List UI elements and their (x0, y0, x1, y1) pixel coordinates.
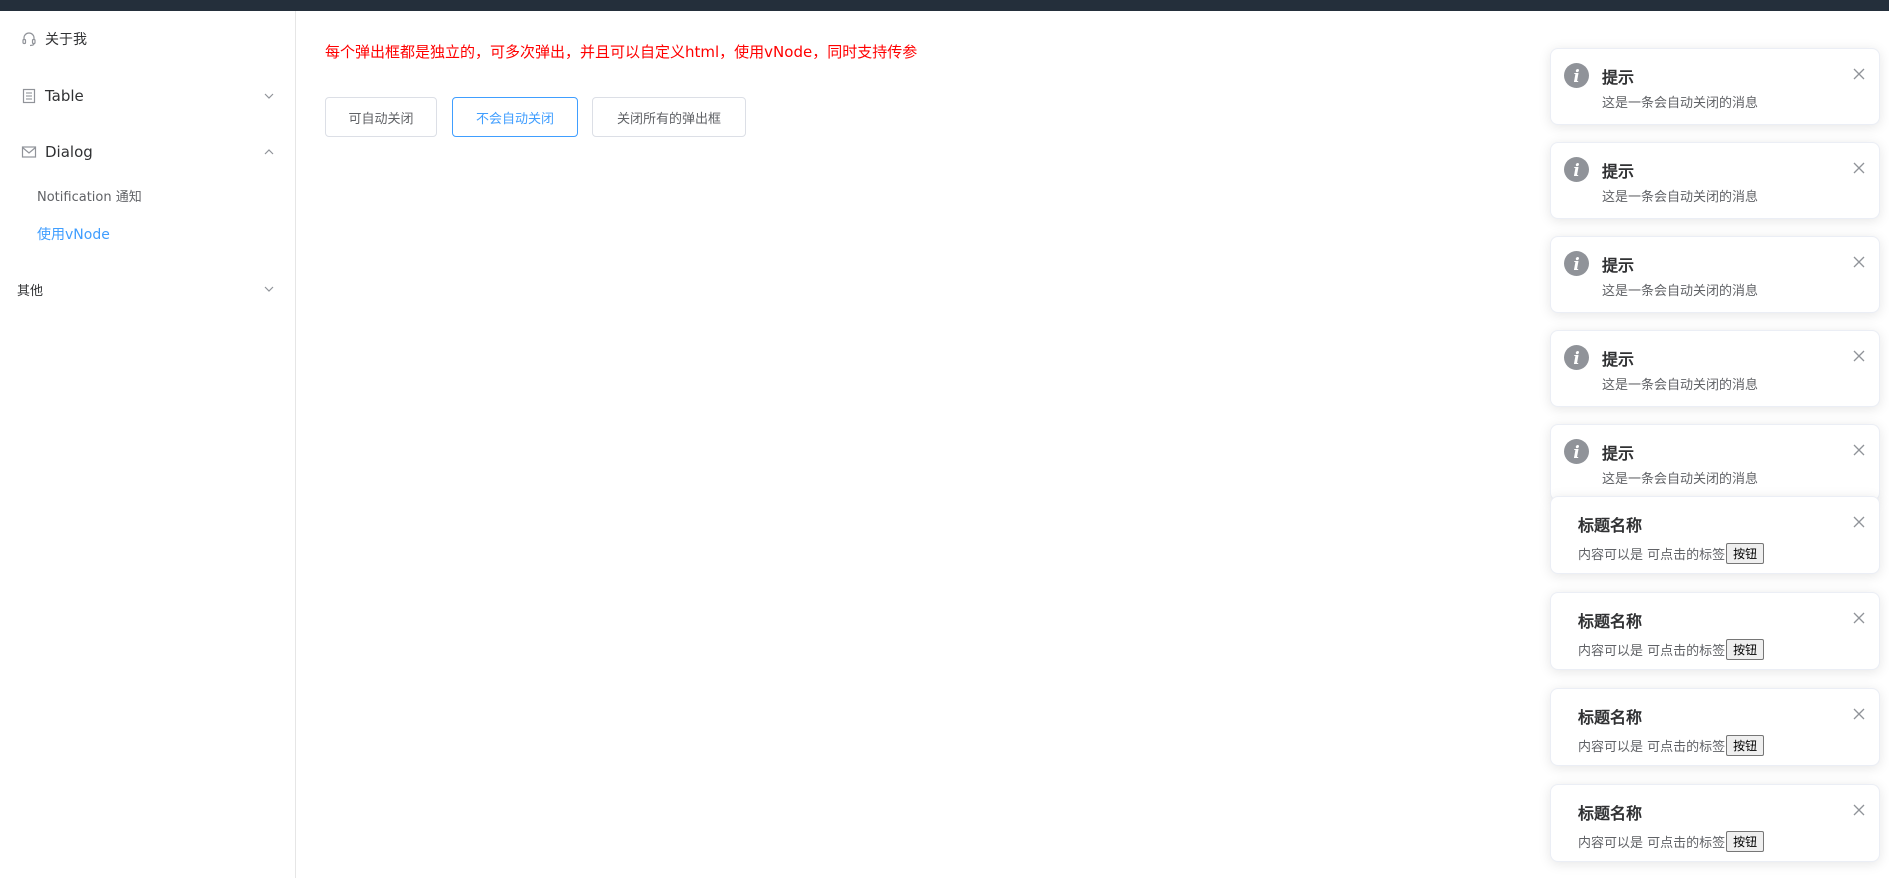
notification-action-button[interactable]: 按钮 (1726, 831, 1765, 852)
chevron-down-icon (263, 283, 275, 295)
notification-message-text: 内容可以是 可点击的标签 (1578, 548, 1726, 563)
headset-icon (21, 31, 37, 47)
notification-message-text: 内容可以是 可点击的标签 (1578, 644, 1726, 659)
sidebar-menu: 关于我 Table Dialog Notification 通知 使用vNode… (0, 11, 296, 878)
envelope-icon (21, 144, 37, 160)
close-all-button[interactable]: 关闭所有的弹出框 (592, 97, 746, 137)
info-icon: i (1564, 157, 1589, 182)
notification-title: 标题名称 (1578, 516, 1643, 535)
notification-action-button[interactable]: 按钮 (1726, 735, 1765, 756)
notification-title: 提示 (1602, 444, 1635, 463)
close-icon[interactable] (1852, 161, 1865, 174)
notification-title: 标题名称 (1578, 612, 1643, 631)
close-icon[interactable] (1852, 515, 1865, 528)
notification-title: 提示 (1602, 256, 1635, 275)
sidebar-item-other[interactable]: 其他 (0, 278, 295, 300)
sidebar-item-label: Dialog (45, 143, 93, 161)
top-bar (0, 0, 1889, 11)
notification-message: 这是一条会自动关闭的消息 (1602, 472, 1759, 487)
notification-info: i 提示 这是一条会自动关闭的消息 (1550, 142, 1880, 219)
svg-text:i: i (1573, 160, 1579, 180)
sidebar-item-about-me[interactable]: 关于我 (0, 28, 295, 50)
auto-close-button[interactable]: 可自动关闭 (325, 97, 437, 137)
chevron-down-icon (263, 90, 275, 102)
notification-message: 这是一条会自动关闭的消息 (1602, 284, 1759, 299)
sidebar-item-dialog[interactable]: Dialog (0, 140, 295, 164)
notification-info: i 提示 这是一条会自动关闭的消息 (1550, 48, 1880, 125)
svg-text:i: i (1573, 348, 1579, 368)
close-icon[interactable] (1852, 255, 1865, 268)
notification-custom: 标题名称 内容可以是 可点击的标签 按钮 (1550, 784, 1880, 862)
notification-custom: 标题名称 内容可以是 可点击的标签 按钮 (1550, 688, 1880, 766)
close-icon[interactable] (1852, 611, 1865, 624)
notification-title: 标题名称 (1578, 804, 1643, 823)
svg-text:i: i (1573, 442, 1579, 462)
sidebar-subitem-use-vnode[interactable]: 使用vNode (37, 224, 110, 244)
svg-text:i: i (1573, 66, 1579, 86)
close-icon[interactable] (1852, 443, 1865, 456)
close-icon[interactable] (1852, 707, 1865, 720)
notification-custom: 标题名称 内容可以是 可点击的标签 按钮 (1550, 496, 1880, 574)
close-icon[interactable] (1852, 67, 1865, 80)
notification-title: 提示 (1602, 68, 1635, 87)
sidebar-subitem-notification[interactable]: Notification 通知 (37, 186, 142, 205)
info-icon: i (1564, 63, 1589, 88)
close-icon[interactable] (1852, 349, 1865, 362)
notification-message: 这是一条会自动关闭的消息 (1602, 96, 1759, 111)
description-text: 每个弹出框都是独立的，可多次弹出，并且可以自定义html，使用vNode，同时支… (325, 43, 918, 61)
svg-text:i: i (1573, 254, 1579, 274)
notification-message: 内容可以是 可点击的标签 按钮 (1578, 831, 1765, 852)
notification-message-text: 内容可以是 可点击的标签 (1578, 740, 1726, 755)
notification-message: 内容可以是 可点击的标签 按钮 (1578, 543, 1765, 564)
chevron-up-icon (263, 146, 275, 158)
notification-info: i 提示 这是一条会自动关闭的消息 (1550, 424, 1880, 501)
sidebar-item-label: Table (45, 87, 84, 105)
notification-message: 内容可以是 可点击的标签 按钮 (1578, 735, 1765, 756)
notification-action-button[interactable]: 按钮 (1726, 639, 1765, 660)
notification-action-button[interactable]: 按钮 (1726, 543, 1765, 564)
notification-title: 标题名称 (1578, 708, 1643, 727)
notification-title: 提示 (1602, 350, 1635, 369)
info-icon: i (1564, 251, 1589, 276)
info-icon: i (1564, 439, 1589, 464)
sidebar-item-label: 关于我 (45, 32, 87, 48)
notification-title: 提示 (1602, 162, 1635, 181)
no-auto-close-button[interactable]: 不会自动关闭 (452, 97, 578, 137)
sidebar-item-label: 其他 (17, 283, 44, 299)
notification-message-text: 内容可以是 可点击的标签 (1578, 836, 1726, 851)
notification-info: i 提示 这是一条会自动关闭的消息 (1550, 330, 1880, 407)
sidebar-item-table[interactable]: Table (0, 84, 295, 108)
close-icon[interactable] (1852, 803, 1865, 816)
notification-message: 这是一条会自动关闭的消息 (1602, 378, 1759, 393)
notification-message: 内容可以是 可点击的标签 按钮 (1578, 639, 1765, 660)
notification-custom: 标题名称 内容可以是 可点击的标签 按钮 (1550, 592, 1880, 670)
info-icon: i (1564, 345, 1589, 370)
notification-message: 这是一条会自动关闭的消息 (1602, 190, 1759, 205)
notification-info: i 提示 这是一条会自动关闭的消息 (1550, 236, 1880, 313)
document-icon (21, 88, 37, 104)
